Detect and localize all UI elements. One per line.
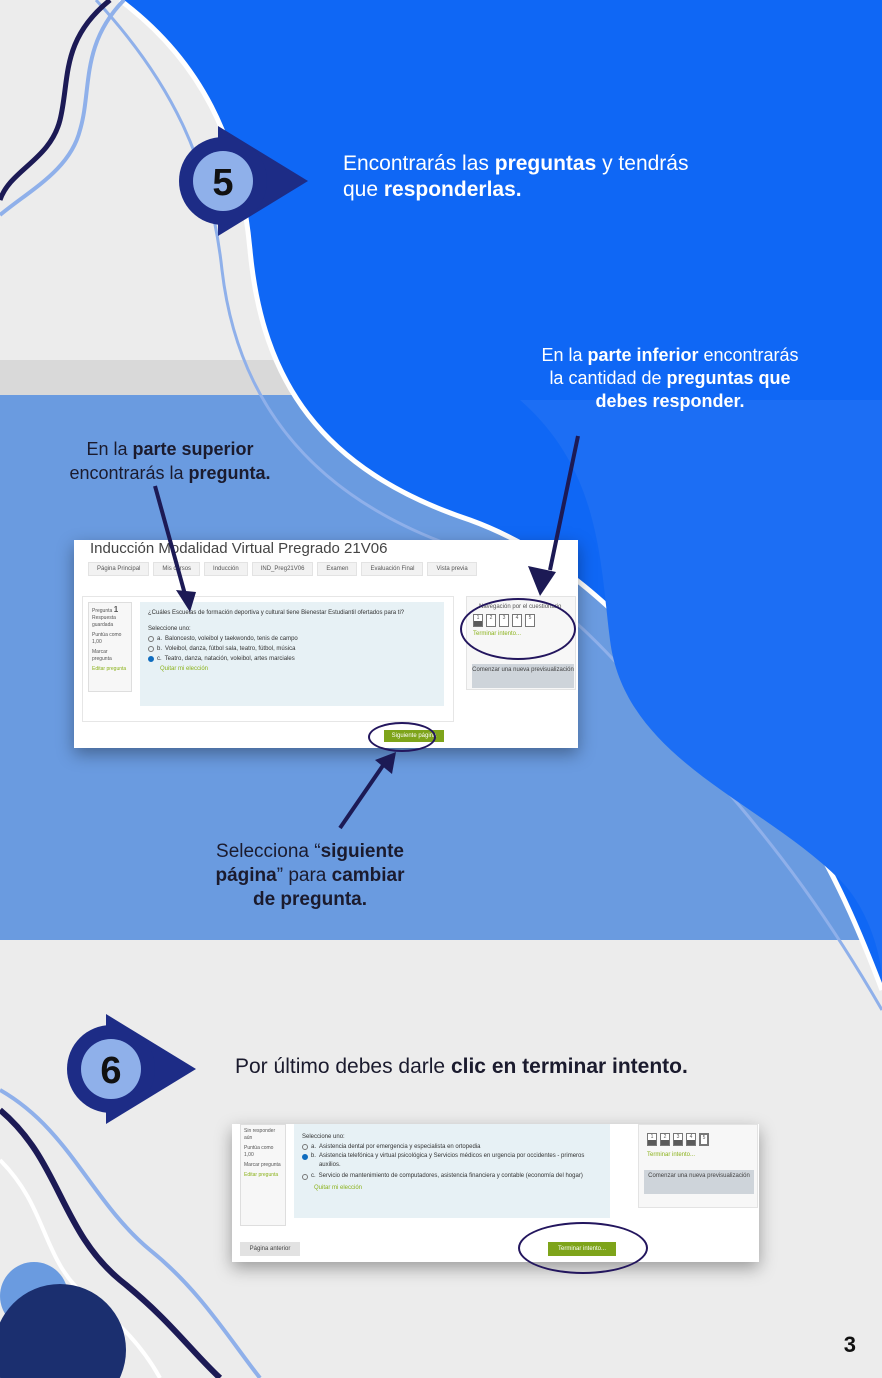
- step-5-badge: 5: [179, 126, 308, 236]
- question-body: Seleccione uno: a. Asistencia dental por …: [294, 1124, 610, 1218]
- quiz-screenshot-2: Sin responder aún Puntúa como 1,00 Marca…: [232, 1124, 759, 1262]
- question-body: ¿Cuáles Escuelas de formación deportiva …: [140, 602, 444, 706]
- upper-part-callout: En la parte superior encontrarás la preg…: [69, 439, 271, 483]
- question-text: ¿Cuáles Escuelas de formación deportiva …: [148, 610, 405, 616]
- breadcrumb-item[interactable]: Inducción: [204, 562, 248, 576]
- radio-icon[interactable]: [302, 1174, 308, 1180]
- flag-question-link[interactable]: Marcar pregunta: [92, 649, 128, 663]
- breadcrumb-item[interactable]: IND_Preg21V06: [251, 562, 314, 576]
- breadcrumb-item[interactable]: Examen: [317, 562, 358, 576]
- highlight-oval: [368, 722, 436, 752]
- question-number-button[interactable]: 2: [660, 1133, 670, 1146]
- svg-text:6: 6: [100, 1050, 121, 1092]
- previous-page-button[interactable]: Página anterior: [240, 1242, 300, 1256]
- new-preview-button[interactable]: Comenzar una nueva previsualización: [472, 664, 574, 688]
- radio-icon[interactable]: [148, 636, 154, 642]
- breadcrumb: Página Principal Mis cursos Inducción IN…: [88, 562, 477, 576]
- next-page-callout: Selecciona “siguiente página” para cambi…: [215, 841, 405, 910]
- question-number-button[interactable]: 4: [686, 1133, 696, 1146]
- question-info: Sin responder aún Puntúa como 1,00 Marca…: [240, 1124, 286, 1226]
- answer-option[interactable]: b. Asistencia telefónica y virtual psicol…: [302, 1152, 602, 1170]
- svg-text:5: 5: [212, 162, 233, 204]
- flag-question-link[interactable]: Marcar pregunta: [244, 1162, 282, 1169]
- breadcrumb-item[interactable]: Vista previa: [427, 562, 477, 576]
- finish-attempt-link[interactable]: Terminar intento...: [639, 1150, 757, 1160]
- answer-option[interactable]: c. Teatro, danza, natación, voleibol, art…: [148, 654, 436, 664]
- clear-choice-link[interactable]: Quitar mi elección: [160, 664, 436, 674]
- lower-part-callout: En la parte inferior encontrarás la cant…: [541, 345, 799, 411]
- edit-question-link[interactable]: Editar pregunta: [244, 1172, 282, 1179]
- step-5-text: Encontrarás las preguntas y tendrás que …: [343, 152, 689, 201]
- radio-icon[interactable]: [148, 646, 154, 652]
- edit-question-link[interactable]: Editar pregunta: [92, 666, 128, 673]
- answer-option[interactable]: a. Baloncesto, voleibol y taekwondo, teni…: [148, 634, 436, 644]
- answer-option[interactable]: c. Servicio de mantenimiento de computado…: [302, 1172, 602, 1181]
- highlight-oval: [460, 598, 576, 660]
- highlight-oval: [518, 1222, 648, 1274]
- answer-option[interactable]: a. Asistencia dental por emergencia y esp…: [302, 1142, 602, 1152]
- page-number: 3: [843, 1332, 856, 1357]
- radio-icon[interactable]: [302, 1144, 308, 1150]
- question-number-button[interactable]: 5: [699, 1133, 709, 1146]
- breadcrumb-item[interactable]: Mis cursos: [153, 562, 201, 576]
- step-6-text: Por último debes darle clic en terminar …: [235, 1055, 688, 1078]
- question-number-button[interactable]: 3: [673, 1133, 683, 1146]
- radio-icon[interactable]: [302, 1154, 308, 1160]
- breadcrumb-item[interactable]: Evaluación Final: [361, 562, 424, 576]
- clear-choice-link[interactable]: Quitar mi elección: [314, 1183, 602, 1193]
- radio-icon[interactable]: [148, 656, 154, 662]
- step-6-badge: 6: [67, 1014, 196, 1124]
- question-info: Pregunta 1 Respuesta guardada Puntúa com…: [88, 602, 132, 692]
- quiz-navigation: 1 2 3 4 5 Terminar intento...: [638, 1124, 758, 1208]
- question-number-button[interactable]: 1: [647, 1133, 657, 1146]
- answer-option[interactable]: b. Voleibol, danza, fútbol sala, teatro, …: [148, 644, 436, 654]
- new-preview-button[interactable]: Comenzar una nueva previsualización: [644, 1170, 754, 1194]
- breadcrumb-item[interactable]: Página Principal: [88, 562, 150, 576]
- course-title: Inducción Modalidad Virtual Pregrado 21V…: [90, 540, 388, 557]
